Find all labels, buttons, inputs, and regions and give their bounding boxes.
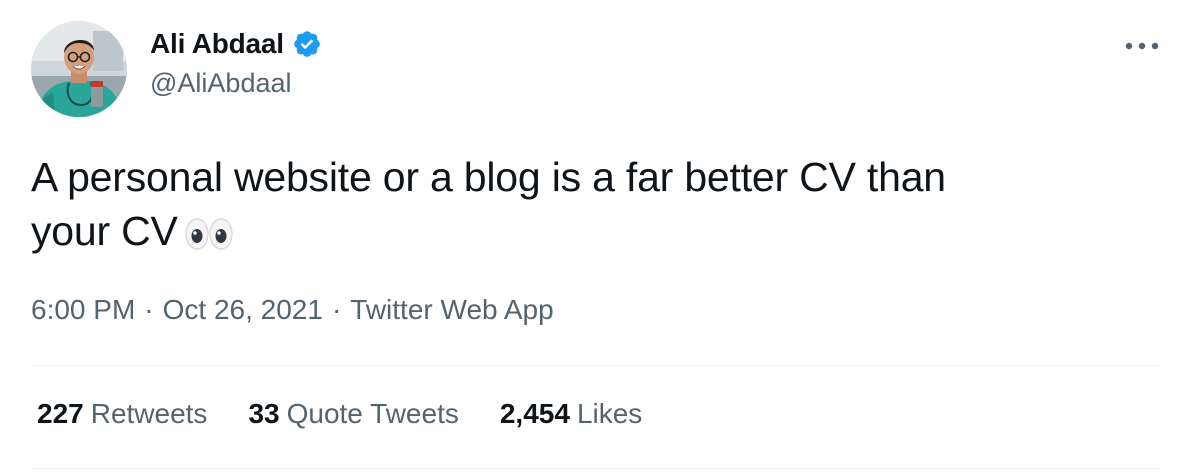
eyes-emoji-icon bbox=[184, 210, 234, 264]
meta-separator: · bbox=[144, 294, 154, 325]
avatar[interactable] bbox=[31, 21, 127, 117]
author-block: Ali Abdaal @AliAbdaal bbox=[150, 26, 322, 99]
tweet-text-line-1: A personal website or a blog is a far be… bbox=[31, 154, 946, 200]
tweet-text: A personal website or a blog is a far be… bbox=[31, 150, 1151, 264]
tweet-time-link[interactable]: 6:00 PM bbox=[31, 294, 135, 326]
display-name[interactable]: Ali Abdaal bbox=[150, 28, 284, 60]
quote-tweets-count: 33 bbox=[248, 398, 280, 429]
tweet-meta: 6:00 PM · Oct 26, 2021 · Twitter Web App bbox=[31, 294, 554, 326]
meta-separator: · bbox=[331, 294, 342, 325]
tweet-text-line-2: your CV bbox=[31, 204, 1151, 264]
tweet-text-line-2-content: your CV bbox=[31, 208, 178, 254]
divider bbox=[31, 468, 1162, 469]
tweet-stats: 227 Retweets 33 Quote Tweets 2,454 Likes bbox=[37, 398, 683, 430]
divider bbox=[31, 365, 1162, 366]
retweets-label: Retweets bbox=[90, 398, 208, 429]
tweet-source-link[interactable]: Twitter Web App bbox=[350, 294, 553, 326]
more-options-icon[interactable] bbox=[1122, 34, 1162, 58]
retweets-count: 227 bbox=[37, 398, 84, 429]
tweet-date-link[interactable]: Oct 26, 2021 bbox=[163, 294, 323, 326]
likes-count: 2,454 bbox=[499, 398, 570, 429]
verified-badge-icon bbox=[292, 29, 322, 59]
tweet-card: Ali Abdaal @AliAbdaal A personal website… bbox=[0, 0, 1200, 472]
quote-tweets-stat[interactable]: 33 Quote Tweets bbox=[248, 398, 458, 430]
likes-label: Likes bbox=[576, 398, 643, 429]
name-row: Ali Abdaal bbox=[150, 26, 322, 62]
profile-photo bbox=[31, 21, 127, 117]
quote-tweets-label: Quote Tweets bbox=[286, 398, 459, 429]
retweets-stat[interactable]: 227 Retweets bbox=[37, 398, 207, 430]
user-handle[interactable]: @AliAbdaal bbox=[150, 68, 322, 99]
likes-stat[interactable]: 2,454 Likes bbox=[500, 398, 642, 430]
